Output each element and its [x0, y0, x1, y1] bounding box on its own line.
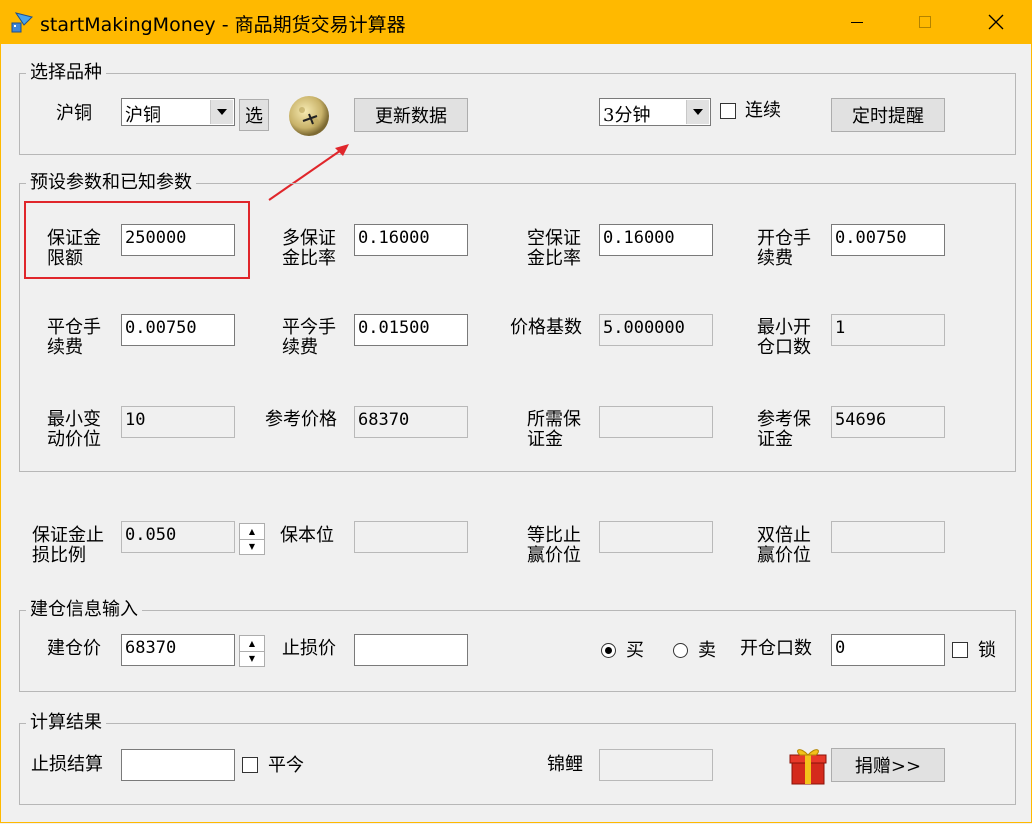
required-margin-label: 所需保 证金: [527, 409, 581, 450]
sell-label: 卖: [698, 640, 716, 661]
buy-label: 买: [626, 640, 644, 661]
stop-ratio-label: 保证金止 损比例: [32, 525, 104, 566]
period-combo-value: 3分钟: [603, 105, 651, 126]
margin-amount-field[interactable]: 250000: [121, 224, 235, 256]
lock-label: 锁: [978, 640, 996, 661]
gift-icon[interactable]: [788, 744, 828, 786]
close-today-fee-field[interactable]: 0.01500: [354, 314, 468, 346]
min-tick-field: 10: [121, 406, 235, 438]
stop-price-label: 止损价: [282, 638, 336, 659]
lock-checkbox[interactable]: [952, 642, 968, 658]
ref-price-label: 参考价格: [265, 409, 337, 430]
minimize-button[interactable]: [834, 0, 880, 44]
chevron-down-icon: [693, 109, 703, 115]
required-margin-field: [599, 406, 713, 438]
open-fee-label: 开仓手 续费: [757, 228, 811, 269]
spin-down-button[interactable]: ▼: [240, 539, 264, 554]
app-icon: [10, 11, 34, 33]
continuous-checkbox[interactable]: [720, 103, 736, 119]
spin-up-button[interactable]: ▲: [240, 636, 264, 652]
variety-combo[interactable]: 沪铜: [121, 98, 235, 126]
spin-down-button[interactable]: ▼: [240, 651, 264, 666]
short-margin-ratio-field[interactable]: 0.16000: [599, 224, 713, 256]
moon-icon[interactable]: [287, 94, 331, 138]
sell-radio[interactable]: [673, 643, 688, 658]
breakeven-label: 保本位: [280, 525, 334, 546]
equal-ratio-field: [599, 521, 713, 553]
koi-label: 锦鲤: [547, 754, 583, 775]
title-bar[interactable]: startMakingMoney - 商品期货交易计算器: [0, 0, 1032, 44]
breakeven-field: [354, 521, 468, 553]
close-icon: [988, 14, 1004, 30]
donate-button[interactable]: 捐赠>>: [831, 748, 945, 782]
select-variety-legend: 选择品种: [26, 63, 106, 83]
open-fee-field[interactable]: 0.00750: [831, 224, 945, 256]
chevron-down-icon: [217, 109, 227, 115]
stop-settle-label: 止损结算: [31, 754, 103, 775]
period-combo[interactable]: 3分钟: [599, 98, 711, 126]
ref-margin-label: 参考保 证金: [757, 409, 811, 450]
minimize-icon: [851, 21, 863, 23]
margin-amount-label: 保证金 限额: [47, 228, 101, 269]
select-button[interactable]: 选: [239, 99, 269, 131]
entry-price-label: 建仓价: [47, 638, 101, 659]
variety-label: 沪铜: [56, 103, 92, 124]
equal-ratio-label: 等比止 赢价位: [527, 525, 581, 566]
close-fee-field[interactable]: 0.00750: [121, 314, 235, 346]
stop-ratio-spinner[interactable]: ▲ ▼: [239, 523, 265, 555]
close-today-checkbox[interactable]: [242, 757, 258, 773]
entry-price-field[interactable]: 68370: [121, 634, 235, 666]
min-tick-label: 最小变 动价位: [47, 409, 101, 450]
maximize-icon: [919, 16, 931, 28]
short-margin-ratio-label: 空保证 金比率: [527, 228, 581, 269]
update-data-button[interactable]: 更新数据: [354, 98, 468, 132]
close-today-label: 平今: [268, 755, 304, 776]
dropdown-arrow[interactable]: [210, 100, 233, 124]
stop-settle-field[interactable]: [121, 749, 235, 781]
radio-selected-dot: [605, 647, 612, 654]
koi-field: [599, 749, 713, 781]
lots-field[interactable]: 0: [831, 634, 945, 666]
lots-label: 开仓口数: [740, 638, 812, 659]
result-legend: 计算结果: [26, 713, 106, 733]
min-lots-field: 1: [831, 314, 945, 346]
close-fee-label: 平仓手 续费: [47, 317, 101, 358]
position-legend: 建仓信息输入: [26, 600, 142, 620]
params-legend: 预设参数和已知参数: [26, 173, 196, 193]
entry-price-spinner[interactable]: ▲ ▼: [239, 635, 265, 667]
ref-price-field: 68370: [354, 406, 468, 438]
min-lots-label: 最小开 仓口数: [757, 317, 811, 358]
spin-up-button[interactable]: ▲: [240, 524, 264, 540]
ref-margin-field: 54696: [831, 406, 945, 438]
long-margin-ratio-field[interactable]: 0.16000: [354, 224, 468, 256]
double-ratio-label: 双倍止 赢价位: [757, 525, 811, 566]
price-base-field: 5.000000: [599, 314, 713, 346]
maximize-button[interactable]: [902, 0, 948, 44]
stop-price-field[interactable]: [354, 634, 468, 666]
timer-reminder-button[interactable]: 定时提醒: [831, 98, 945, 132]
continuous-label: 连续: [745, 100, 781, 121]
close-button[interactable]: [973, 0, 1019, 44]
window-title: startMakingMoney - 商品期货交易计算器: [40, 14, 406, 36]
long-margin-ratio-label: 多保证 金比率: [282, 228, 336, 269]
price-base-label: 价格基数: [510, 317, 582, 338]
stop-ratio-field[interactable]: 0.050: [121, 521, 235, 553]
close-today-fee-label: 平今手 续费: [282, 317, 336, 358]
dropdown-arrow[interactable]: [686, 100, 709, 124]
variety-combo-value: 沪铜: [125, 105, 161, 126]
buy-radio[interactable]: [601, 643, 616, 658]
double-ratio-field: [831, 521, 945, 553]
